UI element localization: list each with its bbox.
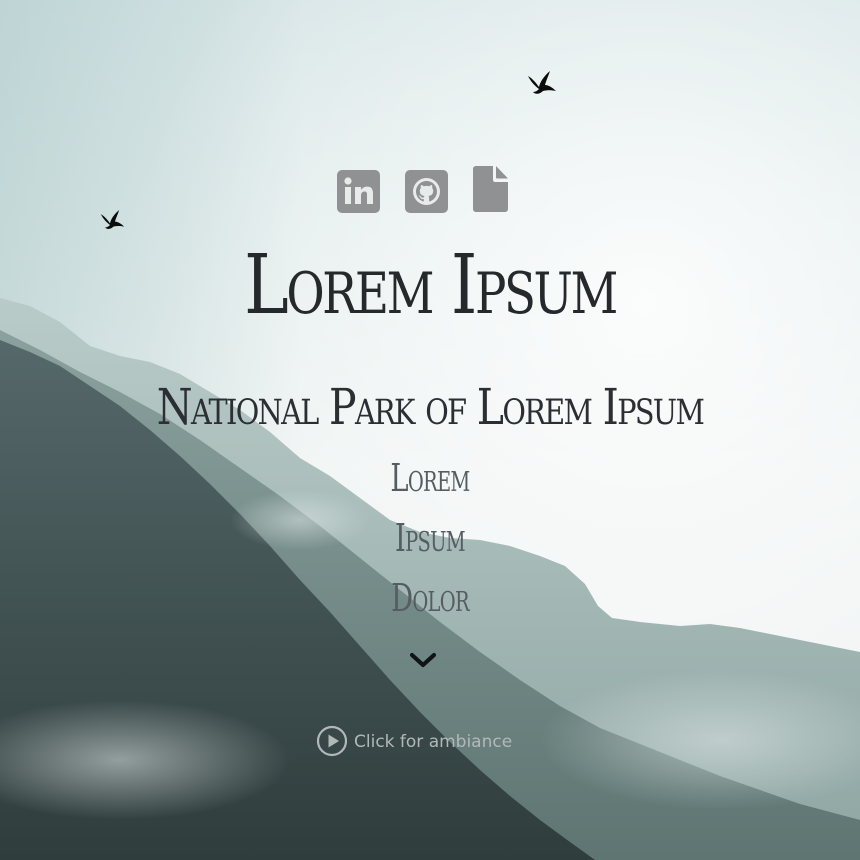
page-subtitle: National Park of Lorem Ipsum <box>156 378 705 436</box>
play-circle-icon <box>316 725 348 757</box>
social-links <box>0 166 860 216</box>
nav-link-lorem[interactable]: Lorem <box>120 456 739 500</box>
ambiance-label: Click for ambiance <box>354 732 513 752</box>
file-icon[interactable] <box>473 166 508 212</box>
nav-link-dolor[interactable]: Dolor <box>120 576 739 620</box>
linkedin-icon[interactable] <box>337 170 380 213</box>
page-title: Lorem Ipsum <box>244 238 618 333</box>
github-icon[interactable] <box>405 170 448 213</box>
chevron-down-icon[interactable] <box>410 652 436 670</box>
nav-link-ipsum[interactable]: Ipsum <box>120 516 739 560</box>
bird-icon <box>527 70 557 96</box>
